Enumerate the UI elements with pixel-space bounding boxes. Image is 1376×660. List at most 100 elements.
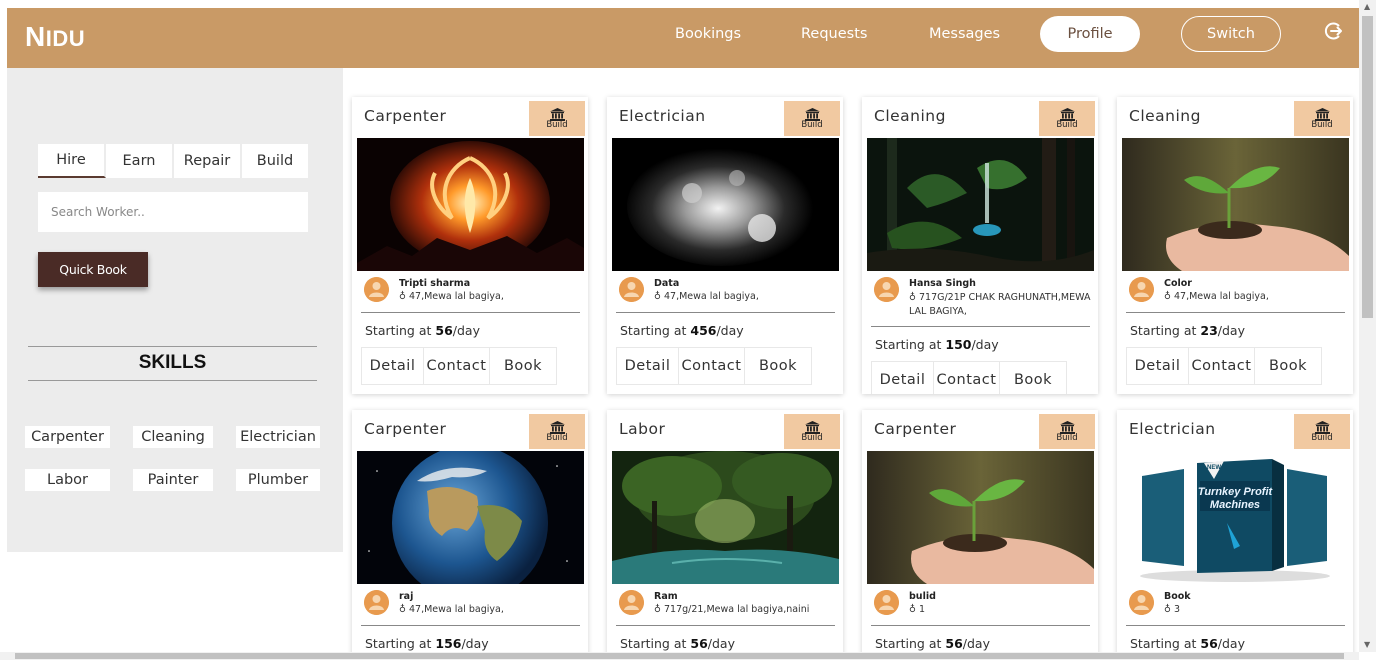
nidu-logo[interactable]: NIDU [25,21,85,53]
bank-icon [804,107,820,121]
nav-bookings[interactable]: Bookings [675,26,741,42]
detail-button[interactable]: Detail [1127,348,1189,384]
ebook-title-line2: Machines [1210,499,1260,511]
card-category: Electrician [1129,420,1216,438]
search-worker-input[interactable] [38,192,308,232]
build-badge[interactable]: Build [1294,414,1350,449]
card-category: Carpenter [874,420,957,438]
skill-plumber[interactable]: Plumber [236,469,320,491]
build-badge[interactable]: Build [529,414,585,449]
build-badge-label: Build [1311,432,1333,443]
book-button[interactable]: Book [745,348,811,384]
price-value: 56 [690,636,708,651]
detail-button[interactable]: Detail [872,362,934,394]
scroll-down-icon[interactable]: ▼ [1364,640,1370,649]
quick-book-button[interactable]: Quick Book [38,252,148,287]
mode-tabs: Hire Earn Repair Build [38,144,308,178]
worker-card: Electrician Build Data ♁ 47,Mewa lal bag… [607,97,843,394]
build-badge[interactable]: Build [1039,101,1095,136]
card-image-white-splash [612,138,839,271]
build-badge-label: Build [1056,432,1078,443]
price-text: Starting at 56/day [365,323,480,338]
book-button[interactable]: Book [1000,362,1066,394]
detail-button[interactable]: Detail [617,348,679,384]
vertical-scroll-thumb[interactable] [1362,16,1373,318]
build-badge[interactable]: Build [1039,414,1095,449]
worker-name[interactable]: raj [399,591,413,602]
card-header: Cleaning Build [1117,97,1353,136]
nav-messages[interactable]: Messages [929,26,1000,42]
tab-earn[interactable]: Earn [106,144,174,178]
bank-icon [1314,107,1330,121]
scroll-up-icon[interactable]: ▲ [1364,2,1370,11]
book-button[interactable]: Book [490,348,556,384]
card-actions: Detail Contact Book [1126,347,1322,385]
price-value: 150 [945,337,972,352]
profile-button[interactable]: Profile [1040,16,1140,52]
bank-icon [1059,420,1075,434]
worker-card: Carpenter Build bulid ♁ 1 Starting at 56… [862,410,1098,660]
bank-icon [1059,107,1075,121]
card-header: Carpenter Build [862,410,1098,449]
worker-name[interactable]: Tripti sharma [399,278,470,289]
build-badge-label: Build [801,119,823,130]
skills-divider-bottom [28,380,317,381]
contact-button[interactable]: Contact [1189,348,1255,384]
worker-name[interactable]: Hansa Singh [909,278,976,289]
switch-button[interactable]: Switch [1181,16,1281,52]
worker-name[interactable]: Color [1164,278,1192,289]
horizontal-scroll-thumb[interactable] [15,653,1344,659]
card-header: Cleaning Build [862,97,1098,136]
price-text: Starting at 56/day [1130,636,1245,651]
vertical-scrollbar[interactable]: ▲ ▼ [1359,0,1376,652]
bank-icon [549,107,565,121]
bank-icon [549,420,565,434]
detail-button[interactable]: Detail [362,348,424,384]
avatar [364,277,389,302]
card-divider [871,326,1090,327]
contact-button[interactable]: Contact [679,348,745,384]
build-badge-label: Build [801,432,823,443]
skill-painter[interactable]: Painter [133,469,213,491]
avatar [619,277,644,302]
tab-hire[interactable]: Hire [38,144,106,178]
book-button[interactable]: Book [1255,348,1321,384]
worker-name[interactable]: Book [1164,591,1191,602]
worker-card: Electrician Build Turnkey Profit Machine… [1117,410,1353,660]
build-badge[interactable]: Build [784,101,840,136]
sidebar: Hire Earn Repair Build Quick Book SKILLS… [7,68,343,552]
card-divider [361,625,580,626]
card-actions: Detail Contact Book [871,361,1067,394]
card-header: Carpenter Build [352,410,588,449]
price-text: Starting at 23/day [1130,323,1245,338]
worker-name[interactable]: Data [654,278,679,289]
worker-card: Labor Build Ram ♁ 717g/21,Mewa lal bagiy… [607,410,843,660]
tab-repair[interactable]: Repair [174,144,242,178]
build-badge[interactable]: Build [1294,101,1350,136]
skill-carpenter[interactable]: Carpenter [25,426,110,448]
skill-electrician[interactable]: Electrician [236,426,320,448]
card-category: Labor [619,420,666,438]
contact-button[interactable]: Contact [424,348,490,384]
worker-name[interactable]: bulid [909,591,936,602]
nav-requests[interactable]: Requests [801,26,867,42]
avatar [364,590,389,615]
location-icon: ♁ [909,292,919,303]
price-value: 456 [690,323,717,338]
top-navbar: NIDU Bookings Requests Messages Profile … [7,8,1359,68]
card-header: Carpenter Build [352,97,588,136]
card-image-ebook-boxes: Turnkey Profit Machines NEW [1122,451,1349,584]
worker-address: ♁ 47,Mewa lal bagiya, [1164,291,1269,302]
build-badge[interactable]: Build [784,414,840,449]
worker-name[interactable]: Ram [654,591,678,602]
horizontal-scrollbar[interactable] [0,652,1359,660]
price-value: 156 [435,636,462,651]
skill-cleaning[interactable]: Cleaning [133,426,213,448]
tab-build[interactable]: Build [242,144,308,178]
contact-button[interactable]: Contact [934,362,1000,394]
build-badge[interactable]: Build [529,101,585,136]
logout-icon[interactable] [1323,20,1345,42]
skill-labor[interactable]: Labor [25,469,110,491]
worker-address: ♁ 47,Mewa lal bagiya, [399,291,504,302]
avatar [619,590,644,615]
